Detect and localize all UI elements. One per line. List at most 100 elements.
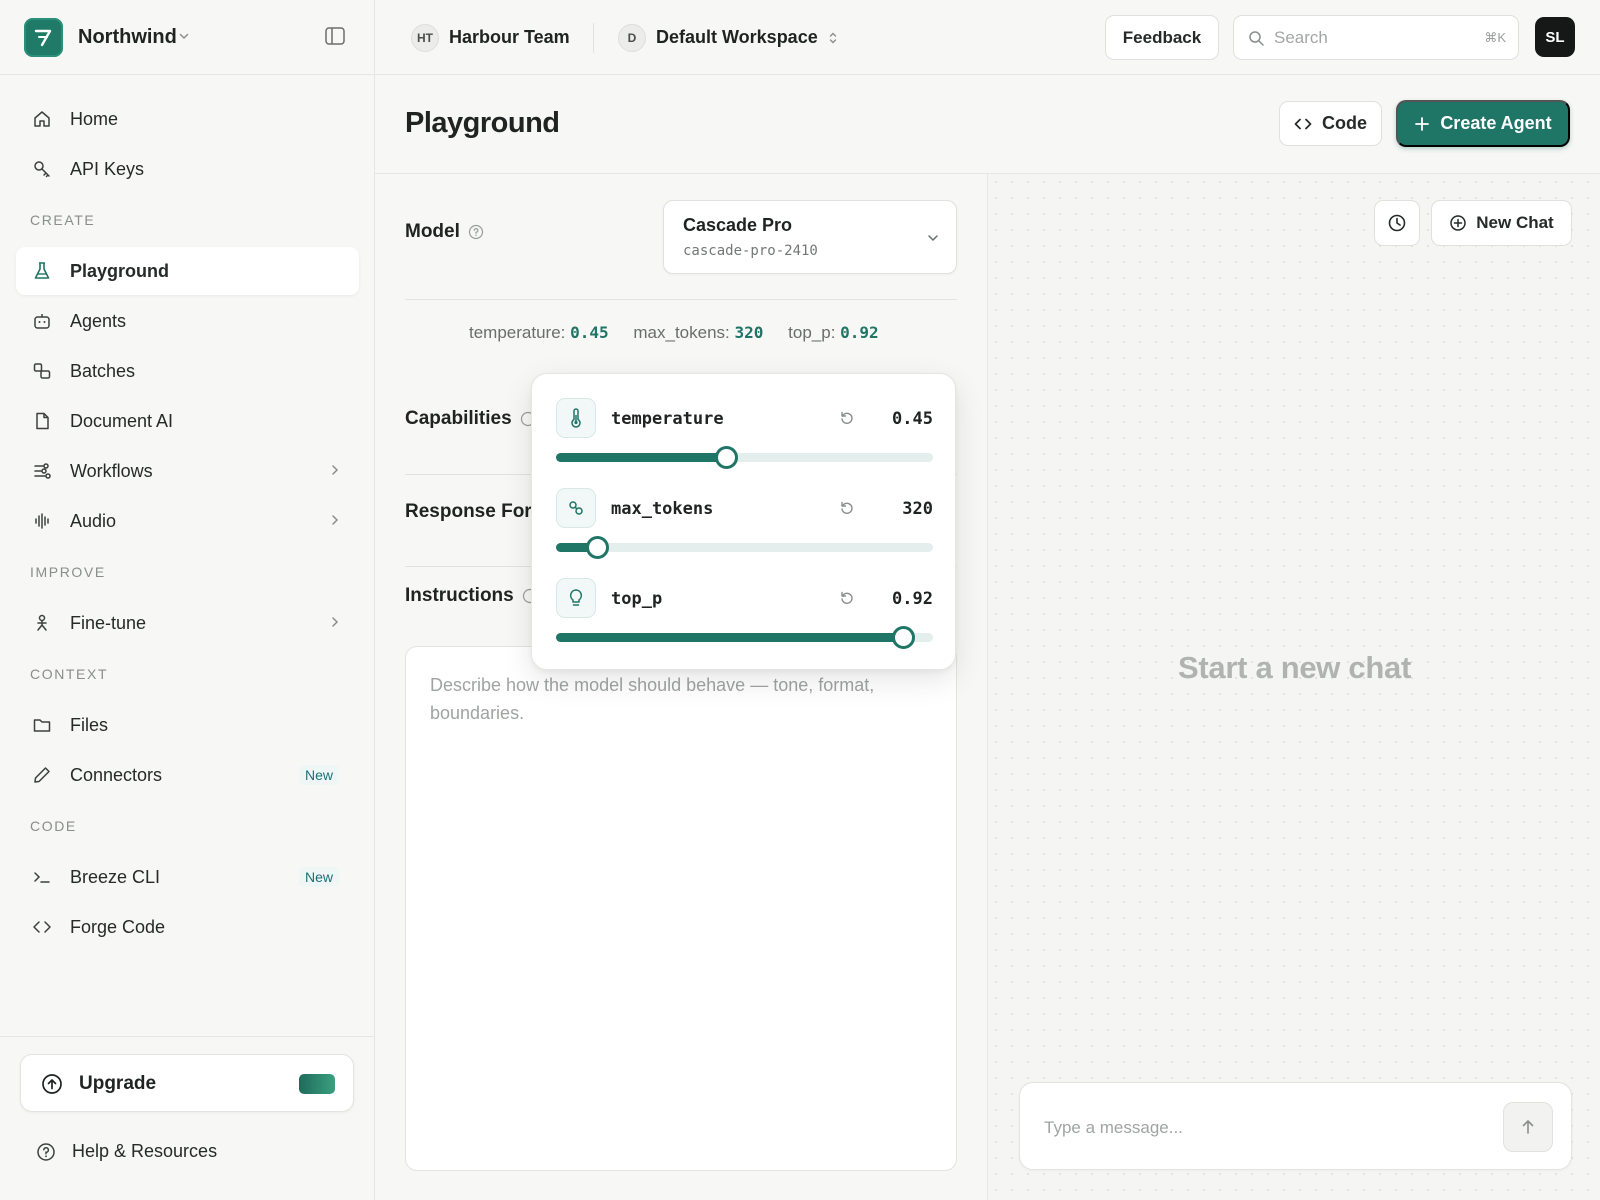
- new-chat-button[interactable]: New Chat: [1431, 200, 1572, 246]
- instructions-label: Instructions: [405, 585, 514, 606]
- document-icon: [30, 409, 54, 433]
- reset-icon[interactable]: [839, 590, 855, 606]
- user-avatar[interactable]: SL: [1535, 17, 1575, 57]
- send-button[interactable]: [1503, 1102, 1553, 1152]
- model-name: Cascade Pro: [683, 215, 793, 235]
- org-name[interactable]: Northwind: [78, 26, 177, 49]
- new-badge: New: [298, 765, 339, 785]
- slider-thumb[interactable]: [714, 446, 738, 469]
- temperature-slider[interactable]: [556, 446, 933, 469]
- page-header: Playground Code Create Agent: [375, 75, 1600, 174]
- clock-icon: [1387, 213, 1407, 233]
- home-icon: [30, 107, 54, 131]
- slider-thumb[interactable]: [586, 536, 610, 559]
- sidebar: Northwind Home API Keys CREATE Playgroun…: [0, 0, 375, 1200]
- sidebar-item-label: Breeze CLI: [70, 866, 161, 887]
- create-agent-button[interactable]: Create Agent: [1396, 100, 1570, 147]
- message-composer: [1019, 1082, 1572, 1170]
- divider: [405, 299, 957, 300]
- logo-icon[interactable]: [24, 18, 63, 57]
- help-circle-icon[interactable]: [468, 224, 484, 240]
- reset-icon[interactable]: [839, 500, 855, 516]
- param-max-tokens: max_tokens 320: [556, 488, 933, 568]
- sidebar-item-connectors[interactable]: Connectors New: [16, 751, 359, 799]
- chevron-up-down-icon[interactable]: [827, 30, 839, 46]
- sidebar-item-home[interactable]: Home: [16, 95, 359, 143]
- model-row-label: Model: [405, 221, 484, 243]
- sidebar-item-label: Connectors: [70, 764, 163, 785]
- upgrade-button[interactable]: Upgrade: [20, 1054, 354, 1112]
- message-input[interactable]: [1044, 1115, 1484, 1141]
- summary-top-p-value: 0.92: [840, 323, 879, 342]
- sidebar-item-label: Files: [70, 714, 109, 735]
- sidebar-item-document-ai[interactable]: Document AI: [16, 397, 359, 445]
- sidebar-item-fine-tune[interactable]: Fine-tune: [16, 599, 359, 647]
- feedback-button[interactable]: Feedback: [1105, 15, 1219, 60]
- plus-circle-icon: [1449, 214, 1467, 232]
- sidebar-item-breeze-cli[interactable]: Breeze CLI New: [16, 853, 359, 901]
- history-button[interactable]: [1374, 200, 1420, 246]
- person-icon: [30, 611, 54, 635]
- param-name: temperature: [611, 409, 724, 429]
- workflow-icon: [30, 459, 54, 483]
- slider-fill: [556, 453, 726, 462]
- audio-wave-icon: [30, 509, 54, 533]
- lightbulb-icon: [556, 578, 596, 618]
- sidebar-item-label: Audio: [70, 510, 117, 531]
- team-avatar[interactable]: HT: [411, 24, 439, 52]
- search-input[interactable]: [1274, 26, 1464, 50]
- new-chat-label: New Chat: [1476, 213, 1554, 232]
- instructions-box: [405, 646, 957, 1171]
- sidebar-item-api-keys[interactable]: API Keys: [16, 145, 359, 193]
- sidebar-item-playground[interactable]: Playground: [16, 247, 359, 295]
- param-summary[interactable]: temperature: 0.45 max_tokens: 320 top_p:…: [469, 323, 879, 343]
- config-panel: Model Cascade Pro cascade-pro-2410 tempe…: [375, 174, 987, 1200]
- search-box[interactable]: ⌘K: [1233, 15, 1519, 60]
- sidebar-item-forge-code[interactable]: Forge Code: [16, 903, 359, 951]
- instructions-textarea[interactable]: [430, 671, 920, 1141]
- reset-icon[interactable]: [839, 410, 855, 426]
- sidebar-item-files[interactable]: Files: [16, 701, 359, 749]
- summary-max-tokens-key: max_tokens:: [633, 323, 730, 342]
- code-button[interactable]: Code: [1279, 101, 1382, 146]
- chevron-right-icon: [329, 615, 341, 629]
- param-value: 0.92: [892, 589, 933, 609]
- param-value: 0.45: [892, 409, 933, 429]
- sidebar-item-workflows[interactable]: Workflows: [16, 447, 359, 495]
- upgrade-toggle[interactable]: [299, 1074, 335, 1094]
- capabilities-row-label: Capabilities: [405, 408, 536, 430]
- sidebar-item-audio[interactable]: Audio: [16, 497, 359, 545]
- chevron-down-icon: [926, 231, 940, 245]
- parameters-popover: temperature 0.45 max_tokens 320 top_p 0.…: [531, 373, 956, 670]
- sidebar-item-label: Document AI: [70, 410, 174, 431]
- arrow-up-circle-icon: [41, 1073, 63, 1095]
- instructions-row-label: Instructions: [405, 585, 538, 607]
- workspace-avatar[interactable]: D: [618, 24, 646, 52]
- sidebar-item-label: Agents: [70, 310, 127, 331]
- sidebar-item-label: Batches: [70, 360, 136, 381]
- summary-max-tokens-value: 320: [734, 323, 764, 342]
- param-name: max_tokens: [611, 499, 714, 519]
- team-name[interactable]: Harbour Team: [449, 27, 570, 48]
- model-label: Model: [405, 221, 460, 242]
- response-format-row-label: Response Forr: [405, 501, 539, 523]
- chevron-down-icon[interactable]: [178, 30, 190, 42]
- top-p-slider[interactable]: [556, 626, 933, 649]
- top-bar: HT Harbour Team D Default Workspace Feed…: [375, 0, 1600, 75]
- summary-temperature-key: temperature:: [469, 323, 566, 342]
- slider-thumb[interactable]: [891, 626, 915, 649]
- sidebar-toggle-icon[interactable]: [325, 27, 345, 45]
- robot-icon: [30, 309, 54, 333]
- sidebar-item-agents[interactable]: Agents: [16, 297, 359, 345]
- max-tokens-slider[interactable]: [556, 536, 933, 559]
- help-resources-link[interactable]: Help & Resources: [36, 1141, 217, 1162]
- folder-icon: [30, 713, 54, 737]
- section-label-context: CONTEXT: [30, 666, 109, 682]
- workspace-name[interactable]: Default Workspace: [656, 27, 818, 48]
- code-icon: [30, 915, 54, 939]
- model-select[interactable]: Cascade Pro cascade-pro-2410: [663, 200, 957, 274]
- terminal-icon: [30, 865, 54, 889]
- sidebar-item-label: API Keys: [70, 158, 145, 179]
- sidebar-item-batches[interactable]: Batches: [16, 347, 359, 395]
- sidebar-item-label: Workflows: [70, 460, 153, 481]
